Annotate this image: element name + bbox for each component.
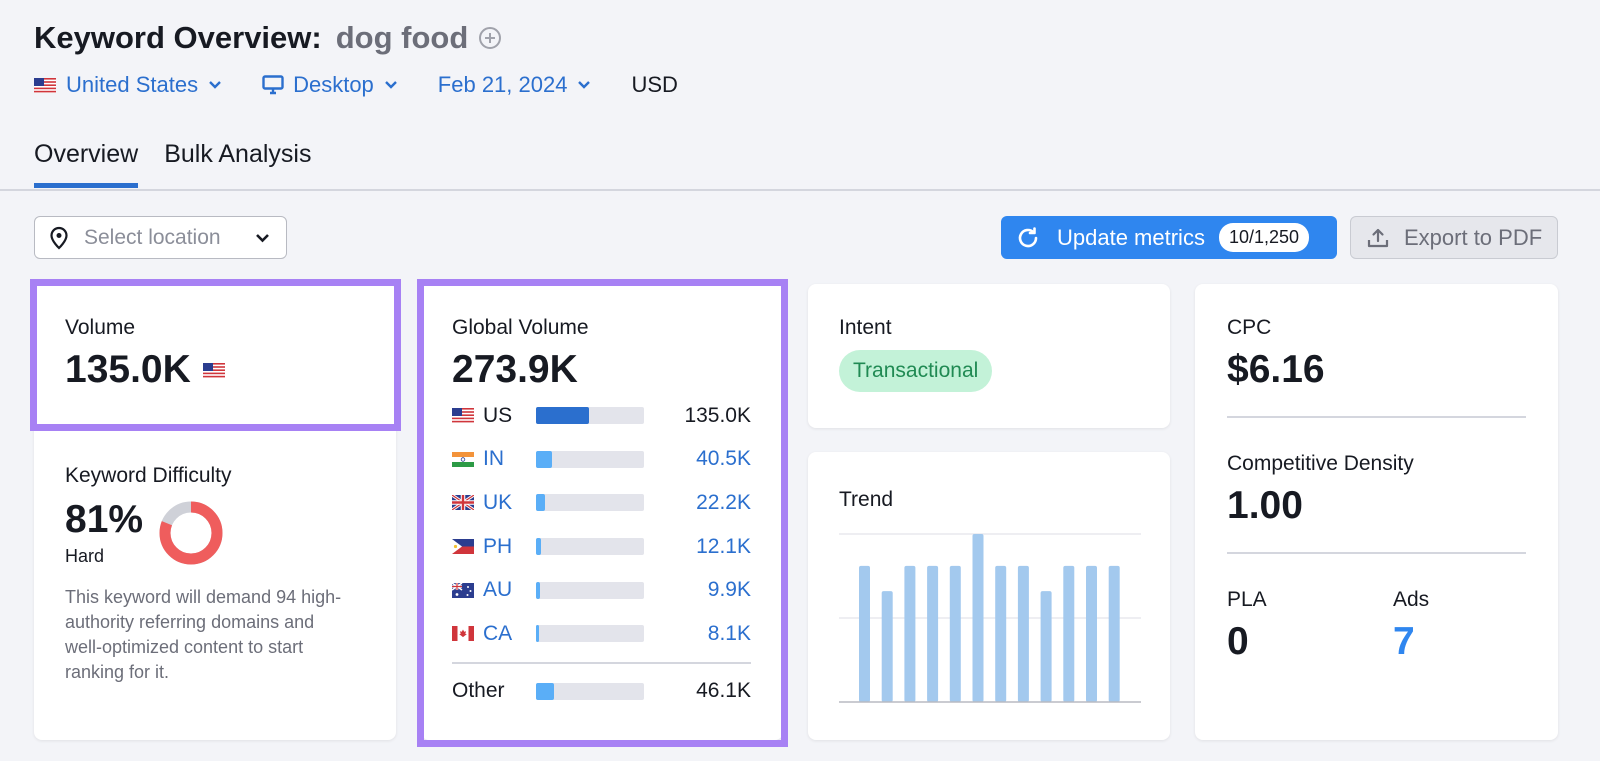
trend-bar[interactable] [949, 565, 961, 702]
kd-level: Hard [65, 546, 105, 566]
trend-bar[interactable] [1017, 565, 1029, 702]
trend-bar[interactable] [927, 565, 939, 702]
kd-description: This keyword will demand 94 high-authori… [65, 587, 342, 682]
date-label: Feb 21, 2024 [437, 72, 568, 97]
cpc-label: CPC [1227, 316, 1272, 339]
ads-label: Ads [1393, 588, 1430, 611]
desktop-icon [262, 75, 284, 95]
trend-bar[interactable] [1063, 565, 1075, 702]
location-placeholder: Select location [84, 225, 221, 249]
trend-label: Trend [839, 488, 894, 511]
chevron-down-icon [209, 81, 221, 89]
volume-highlight [30, 279, 401, 431]
us-flag-icon [34, 77, 56, 93]
competitive-density-label: Competitive Density [1227, 452, 1414, 475]
global-volume-highlight [417, 279, 788, 747]
tabs-divider [0, 189, 1600, 191]
update-metrics-button[interactable]: Update metrics 10/1,250 [1001, 216, 1337, 259]
intent-badge: Transactional [839, 350, 993, 392]
intent-card: Intent Transactional [808, 284, 1170, 428]
country-filter[interactable]: United States [34, 72, 222, 98]
trend-bar[interactable] [1086, 565, 1097, 702]
cpc-value: $6.16 [1227, 348, 1325, 391]
tab-bar: Overview Bulk Analysis [34, 140, 337, 188]
update-metrics-label: Update metrics [1057, 224, 1205, 250]
ads-value[interactable]: 7 [1393, 620, 1429, 664]
chevron-down-icon [384, 81, 397, 89]
trend-bar[interactable] [881, 591, 893, 702]
cpc-card: CPC $6.16 Competitive Density 1.00 PLA 0… [1195, 284, 1558, 740]
export-pdf-label: Export to PDF [1404, 224, 1543, 250]
export-pdf-button[interactable]: Export to PDF [1350, 216, 1558, 259]
trend-chart [839, 533, 1141, 703]
device-label: Desktop [293, 72, 374, 97]
update-count-badge: 10/1,250 [1218, 223, 1310, 252]
currency-label: USD [631, 72, 678, 97]
tab-bulk-analysis[interactable]: Bulk Analysis [164, 140, 311, 188]
trend-card: Trend [808, 452, 1170, 740]
kd-donut-chart [159, 501, 223, 564]
upload-icon [1367, 228, 1389, 247]
kd-label: Keyword Difficulty [65, 464, 232, 487]
trend-bar[interactable] [1040, 591, 1052, 702]
cpc-divider [1227, 416, 1526, 418]
date-filter[interactable]: Feb 21, 2024 [438, 72, 592, 98]
refresh-icon [1018, 226, 1038, 247]
chevron-down-icon [256, 233, 269, 242]
location-pin-icon [50, 226, 68, 250]
keyword-title: dog food [335, 20, 469, 55]
pla-value: 0 [1227, 620, 1249, 663]
trend-bar[interactable] [995, 565, 1007, 702]
trend-bar[interactable] [904, 565, 916, 702]
page-header: Keyword Overview: dog food United States… [34, 20, 678, 100]
trend-bar[interactable] [859, 565, 870, 702]
location-select[interactable]: Select location [34, 216, 287, 259]
tab-overview[interactable]: Overview [34, 140, 139, 188]
add-keyword-icon[interactable] [478, 26, 502, 50]
kd-value: 81% [65, 498, 144, 541]
device-filter[interactable]: Desktop [262, 72, 398, 98]
competitive-density-value: 1.00 [1227, 484, 1303, 527]
pla-label: PLA [1227, 588, 1267, 611]
intent-label: Intent [839, 316, 892, 339]
cd-divider [1227, 552, 1526, 554]
country-label: United States [66, 72, 199, 97]
trend-bar[interactable] [1108, 565, 1120, 702]
page-title: Keyword Overview: [34, 20, 322, 55]
trend-bar[interactable] [972, 534, 984, 702]
chevron-down-icon [578, 81, 591, 89]
